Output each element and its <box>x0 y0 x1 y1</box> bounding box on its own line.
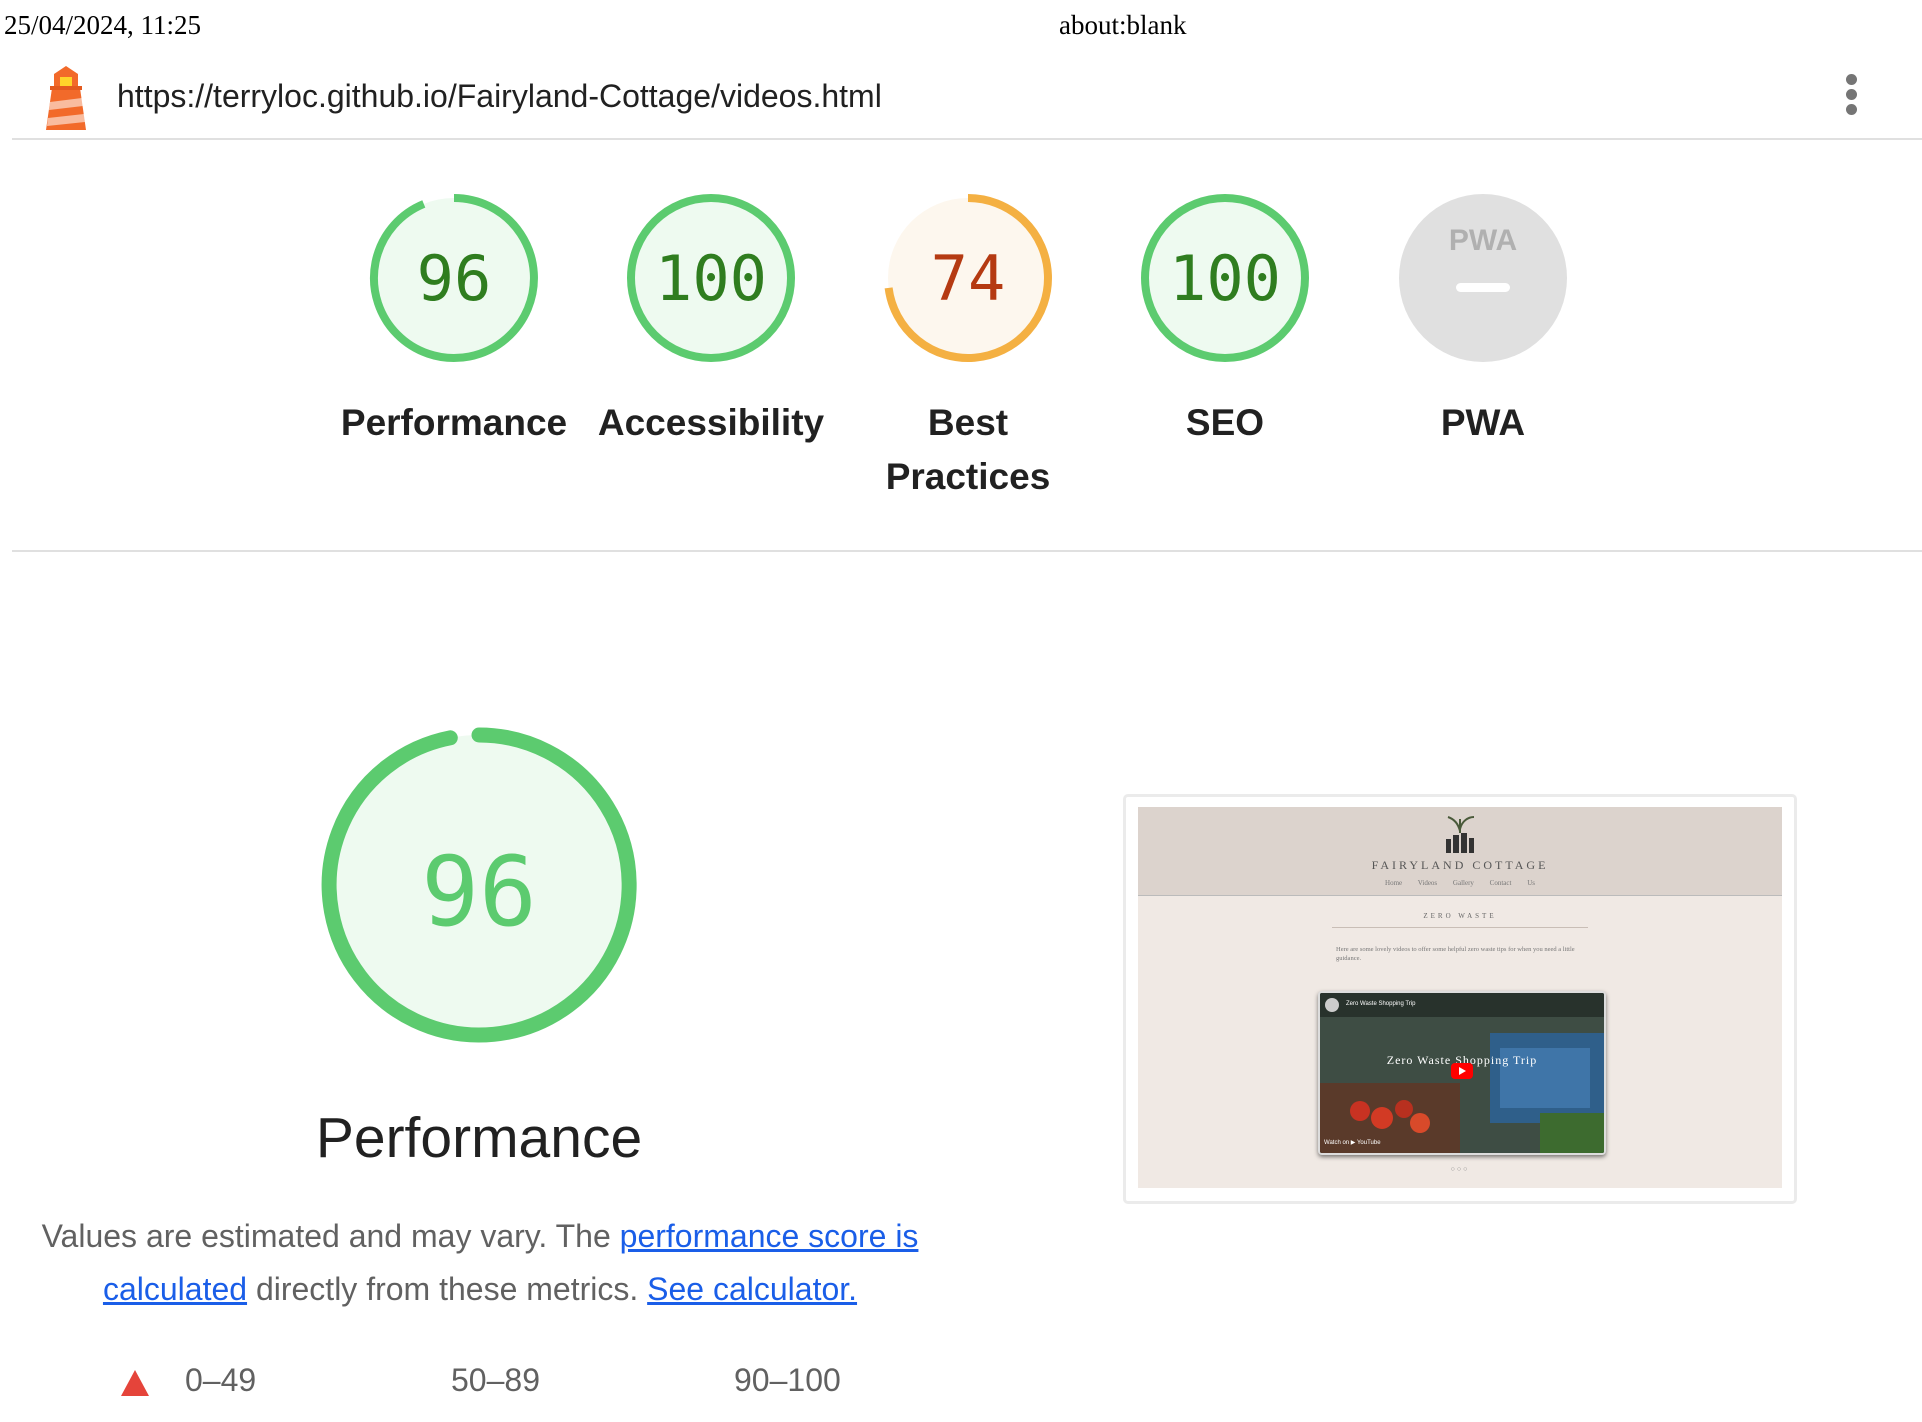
gauge-score: 74 <box>931 242 1006 315</box>
section-divider <box>12 550 1922 552</box>
red-triangle-icon <box>121 1370 149 1396</box>
print-date: 25/04/2024, 11:25 <box>4 10 202 40</box>
big-gauge-score: 96 <box>421 836 537 948</box>
gauge-label: Best Practices <box>885 402 1051 497</box>
gauge-score: 100 <box>1169 242 1281 315</box>
print-page-url: about:blank <box>1059 10 1187 40</box>
report-url[interactable]: https://terryloc.github.io/Fairyland-Cot… <box>117 78 882 115</box>
gauge-seo[interactable]: 100 SEO <box>1110 190 1340 450</box>
gauge-score: 100 <box>655 242 767 315</box>
legend-average-range: 50–89 <box>451 1362 540 1398</box>
site-header: FAIRYLAND COTTAGE Home Videos Gallery Co… <box>1138 807 1782 896</box>
gauge-accessibility[interactable]: 100 Accessibility <box>596 190 826 450</box>
report-topbar: https://terryloc.github.io/Fairyland-Cot… <box>0 60 1922 140</box>
desc-text-prefix: Values are estimated and may vary. The <box>41 1218 620 1254</box>
see-calculator-link[interactable]: See calculator. <box>647 1271 857 1307</box>
gauge-pwa[interactable]: PWA PWA <box>1368 190 1598 450</box>
performance-big-gauge: 96 <box>321 727 637 1043</box>
gauge-performance[interactable]: 96 Performance <box>339 190 569 450</box>
gauge-label: Accessibility <box>597 402 825 443</box>
watch-on-youtube: Watch on ▶ YouTube <box>1324 1140 1381 1146</box>
gauge-label: SEO <box>1185 402 1265 443</box>
youtube-play-icon <box>1451 1063 1473 1079</box>
site-nav: Home Videos Gallery Contact Us <box>1385 879 1535 887</box>
site-brand: FAIRYLAND COTTAGE <box>1371 858 1549 872</box>
gauge-best-practices[interactable]: 74 Best Practices <box>853 190 1083 504</box>
header-divider <box>12 138 1922 140</box>
site-divider <box>1332 927 1588 928</box>
performance-title: Performance <box>315 1106 643 1170</box>
desc-text-middle: directly from these metrics. <box>247 1271 648 1307</box>
performance-description: Values are estimated and may vary. The p… <box>40 1210 920 1316</box>
site-logo-icon <box>1446 816 1475 853</box>
gauge-score: 96 <box>417 242 492 315</box>
site-intro-text: Here are some lovely videos to offer som… <box>1336 946 1575 962</box>
legend-pass-range: 90–100 <box>734 1362 841 1398</box>
lighthouse-logo-icon <box>46 66 86 130</box>
carousel-dots: ○○○ <box>1450 1166 1470 1173</box>
video-embed: Zero Waste Shopping Trip Zero Waste Shop… <box>1318 991 1606 1155</box>
gauge-label: Performance <box>340 402 568 443</box>
final-screenshot: FAIRYLAND COTTAGE Home Videos Gallery Co… <box>1123 794 1797 1204</box>
site-section-heading: ZERO WASTE <box>1423 912 1497 920</box>
gauge-label: PWA <box>1440 402 1526 443</box>
video-small-title: Zero Waste Shopping Trip <box>1346 1001 1416 1007</box>
pwa-badge-icon: PWA <box>1449 224 1517 257</box>
legend-fail-range: 0–49 <box>185 1362 257 1398</box>
more-options-icon[interactable] <box>1846 74 1868 122</box>
